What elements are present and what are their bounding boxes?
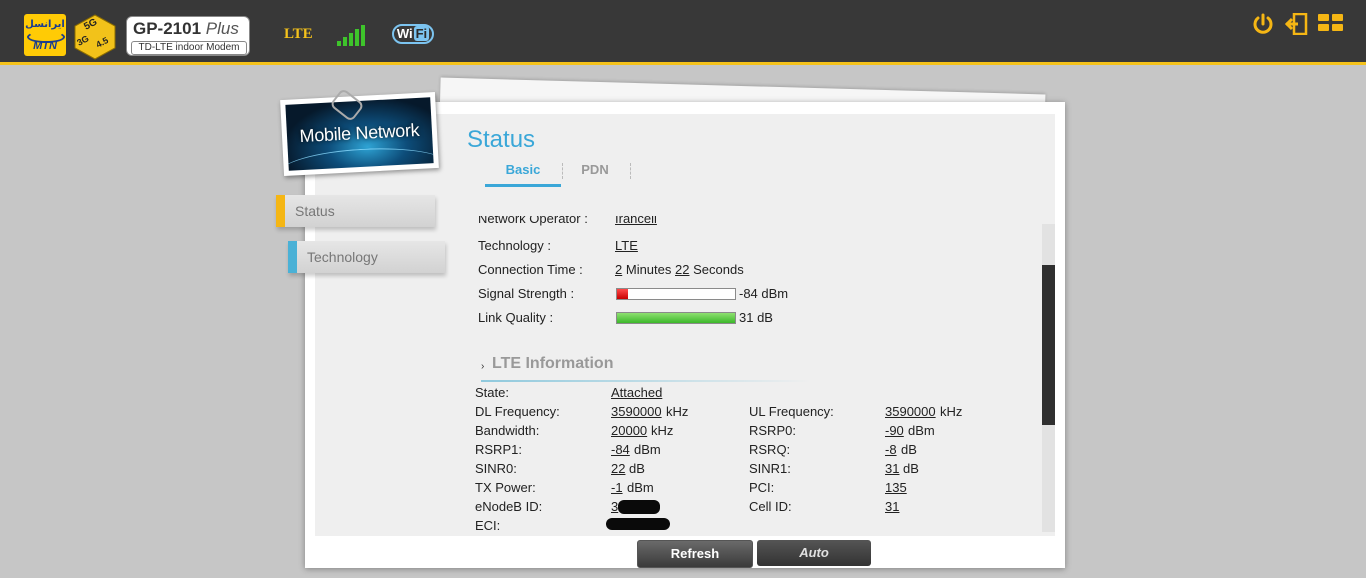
lte-label: DL Frequency: bbox=[475, 404, 560, 419]
model-badge: GP-2101 Plus TD-LTE indoor Modem bbox=[126, 16, 250, 56]
link-quality-fill bbox=[617, 313, 735, 323]
section-underline bbox=[481, 380, 811, 382]
sidebar-item-technology[interactable]: Technology bbox=[288, 241, 445, 273]
sidebar-item-label: Technology bbox=[307, 249, 378, 265]
link-quality-label: Link Quality : bbox=[478, 310, 554, 325]
connection-time-label: Connection Time : bbox=[478, 262, 583, 277]
wifi-icon[interactable]: Wi Fi bbox=[392, 24, 434, 44]
vertical-scrollbar[interactable] bbox=[1042, 224, 1055, 532]
lte-value: -1 bbox=[611, 480, 623, 495]
lte-label: RSRP1: bbox=[475, 442, 522, 457]
top-bar: ایرانسل MTN 5G 3G 4.5 GP-2101 Plus TD-LT… bbox=[0, 0, 1366, 65]
lte-unit: kHz bbox=[651, 423, 674, 438]
signal-strength-bar bbox=[616, 288, 736, 300]
tab-divider bbox=[562, 163, 563, 179]
wifi-label-fi: Fi bbox=[413, 26, 430, 41]
redacted-eci bbox=[606, 518, 670, 530]
lte-value: -8 bbox=[885, 442, 897, 457]
tab-divider bbox=[630, 163, 631, 179]
technology-value: LTE bbox=[615, 238, 638, 253]
link-quality-bar bbox=[616, 312, 736, 324]
signal-strength-label: Signal Strength : bbox=[478, 286, 575, 301]
lte-unit: dBm bbox=[908, 423, 935, 438]
lte-value: 22 bbox=[611, 461, 626, 476]
lte-value: Attached bbox=[611, 385, 663, 400]
lte-value: -90 bbox=[885, 423, 904, 438]
lte-label: Bandwidth: bbox=[475, 423, 540, 438]
lte-value: 31 bbox=[885, 499, 900, 514]
lte-unit: dB bbox=[901, 442, 917, 457]
auto-refresh-button[interactable]: Auto bbox=[757, 540, 871, 566]
lte-value: 3590000 bbox=[885, 404, 936, 419]
link-quality-value: 31 dB bbox=[739, 310, 773, 325]
lte-label: SINR1: bbox=[749, 461, 791, 476]
banner-title: Mobile Network bbox=[299, 119, 420, 147]
connection-minutes-unit: Minutes bbox=[625, 262, 672, 277]
technology-label: Technology : bbox=[478, 238, 551, 253]
lte-value: -84 bbox=[611, 442, 630, 457]
lte-unit: kHz bbox=[940, 404, 963, 419]
lte-unit: dB bbox=[629, 461, 645, 476]
lte-label: eNodeB ID: bbox=[475, 499, 543, 514]
network-operator-label: Network Operator : bbox=[478, 216, 588, 226]
connection-minutes: 2 bbox=[615, 262, 623, 277]
logout-icon[interactable] bbox=[1284, 13, 1308, 35]
signal-strength-fill bbox=[617, 289, 628, 299]
signal-strength-value: -84 dBm bbox=[739, 286, 789, 301]
lte-label: RSRQ: bbox=[749, 442, 791, 457]
lte-label: RSRP0: bbox=[749, 423, 796, 438]
connection-seconds: 22 bbox=[675, 262, 690, 277]
page-title: Status bbox=[467, 126, 536, 153]
lte-label: Cell ID: bbox=[749, 499, 792, 514]
lte-label: TX Power: bbox=[475, 480, 536, 495]
network-type-indicator: LTE bbox=[284, 26, 313, 42]
model-suffix: Plus bbox=[205, 19, 239, 38]
lte-value: 31 bbox=[885, 461, 900, 476]
logo-mtn-text: MTN bbox=[33, 40, 57, 52]
sidebar-item-label: Status bbox=[295, 203, 335, 219]
irancell-logo: ایرانسل MTN bbox=[24, 14, 66, 56]
sidebar-item-status[interactable]: Status bbox=[276, 195, 435, 227]
lte-label: UL Frequency: bbox=[749, 404, 834, 419]
refresh-button[interactable]: Refresh bbox=[637, 540, 753, 568]
wifi-label-wi: Wi bbox=[396, 26, 413, 41]
lte-value: 3590000 bbox=[611, 404, 662, 419]
network-operator-value: Irancell bbox=[615, 216, 657, 226]
lte-unit: dBm bbox=[634, 442, 661, 457]
lte-label: ECI: bbox=[475, 518, 501, 532]
tab-pdn[interactable]: PDN bbox=[568, 162, 622, 184]
lte-section-title: LTE Information bbox=[492, 355, 614, 372]
lte-label: SINR0: bbox=[475, 461, 517, 476]
redacted-enodeb-id bbox=[618, 500, 660, 514]
lte-value: 20000 bbox=[611, 423, 648, 438]
scrollbar-thumb[interactable] bbox=[1042, 265, 1055, 425]
tab-basic[interactable]: Basic bbox=[485, 162, 561, 187]
lte-value: 135 bbox=[885, 480, 907, 495]
grid-menu-icon[interactable] bbox=[1318, 13, 1344, 33]
model-subtitle: TD-LTE indoor Modem bbox=[131, 41, 247, 55]
lte-label: State: bbox=[475, 385, 509, 400]
lte-label: PCI: bbox=[749, 480, 775, 495]
signal-bars-icon bbox=[337, 24, 367, 46]
5g-3g-badge-icon: 5G 3G 4.5 bbox=[74, 14, 116, 60]
lte-unit: dB bbox=[903, 461, 919, 476]
lte-unit: kHz bbox=[666, 404, 689, 419]
lte-unit: dBm bbox=[627, 480, 654, 495]
model-name: GP-2101 bbox=[133, 19, 202, 38]
status-scroll-area[interactable]: Network Operator : Irancell Technology :… bbox=[470, 216, 1040, 532]
section-marker: › bbox=[481, 361, 485, 372]
connection-seconds-unit: Seconds bbox=[693, 262, 744, 277]
power-icon[interactable] bbox=[1252, 13, 1274, 35]
logo-persian-text: ایرانسل bbox=[25, 19, 65, 30]
